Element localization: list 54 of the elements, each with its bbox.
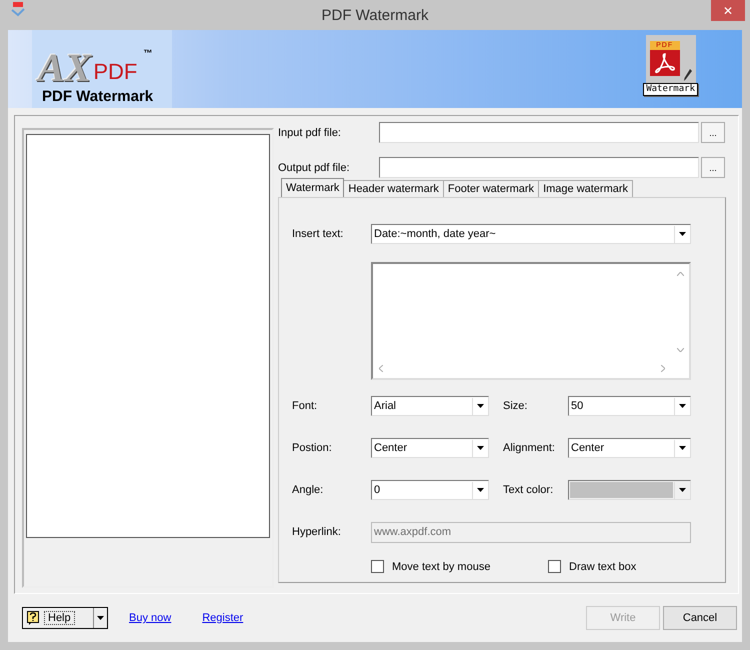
- field-label: Size:: [502, 400, 528, 412]
- dropdown[interactable]: 50: [568, 396, 691, 416]
- checkbox[interactable]: [371, 560, 384, 573]
- dropdown[interactable]: Arial: [371, 396, 489, 416]
- window-title: PDF Watermark: [320, 6, 430, 24]
- link[interactable]: Register: [202, 612, 244, 624]
- scroll-down-icon: [677, 348, 684, 352]
- scroll-right-icon: [661, 365, 665, 372]
- pencil-icon: [684, 69, 692, 81]
- caret-icon: [97, 616, 104, 620]
- text-area[interactable]: [371, 262, 691, 380]
- caret-icon: [477, 488, 484, 492]
- badge-label: Watermark: [643, 83, 698, 96]
- acrobat-icon: [650, 50, 680, 76]
- field-label: Output pdf file:: [278, 162, 351, 174]
- trademark: ™: [143, 48, 152, 58]
- field-label: Angle:: [292, 484, 324, 496]
- checkbox-label: Draw text box: [569, 560, 636, 572]
- checkbox-label: Move text by mouse: [392, 560, 490, 572]
- link[interactable]: Buy now: [129, 612, 172, 624]
- field-label: Text color:: [502, 484, 554, 496]
- checkbox[interactable]: [548, 560, 561, 573]
- help-icon: [27, 611, 39, 625]
- field-label: Postion:: [292, 442, 333, 454]
- tab[interactable]: Watermark: [281, 178, 344, 197]
- scroll-left-icon: [379, 365, 383, 372]
- caret-icon: [679, 404, 686, 408]
- field-label: Font:: [292, 400, 318, 412]
- caret-icon: [477, 404, 484, 408]
- scroll-up-icon: [677, 272, 684, 276]
- browse-button[interactable]: ...: [701, 122, 725, 143]
- field-label: Alignment:: [502, 442, 556, 454]
- caret-icon: [679, 232, 686, 236]
- caret-icon: [679, 488, 686, 492]
- logo-text: PDF: [93, 59, 138, 85]
- field-label: Hyperlink:: [292, 526, 342, 538]
- dropdown[interactable]: Date:~month, date year~: [371, 224, 691, 244]
- dropdown[interactable]: Center: [371, 438, 489, 458]
- dialog-button[interactable]: Cancel: [663, 606, 737, 630]
- product-name: PDF Watermark: [42, 88, 154, 105]
- browse-button[interactable]: ...: [701, 157, 725, 178]
- file-path-field[interactable]: [379, 157, 699, 178]
- close-button[interactable]: ✕: [711, 0, 745, 21]
- field-label: Insert text:: [292, 228, 344, 240]
- logo-letters: AX: [38, 46, 92, 90]
- help-button[interactable]: Help: [22, 607, 108, 629]
- dropdown[interactable]: 0: [371, 480, 489, 500]
- tab[interactable]: Image watermark: [538, 180, 634, 197]
- caret-icon: [477, 446, 484, 450]
- file-path-field[interactable]: [379, 122, 699, 143]
- caret-icon: [679, 446, 686, 450]
- field-label: Input pdf file:: [278, 126, 342, 138]
- app-icon: [10, 1, 26, 17]
- dropdown[interactable]: Center: [568, 438, 691, 458]
